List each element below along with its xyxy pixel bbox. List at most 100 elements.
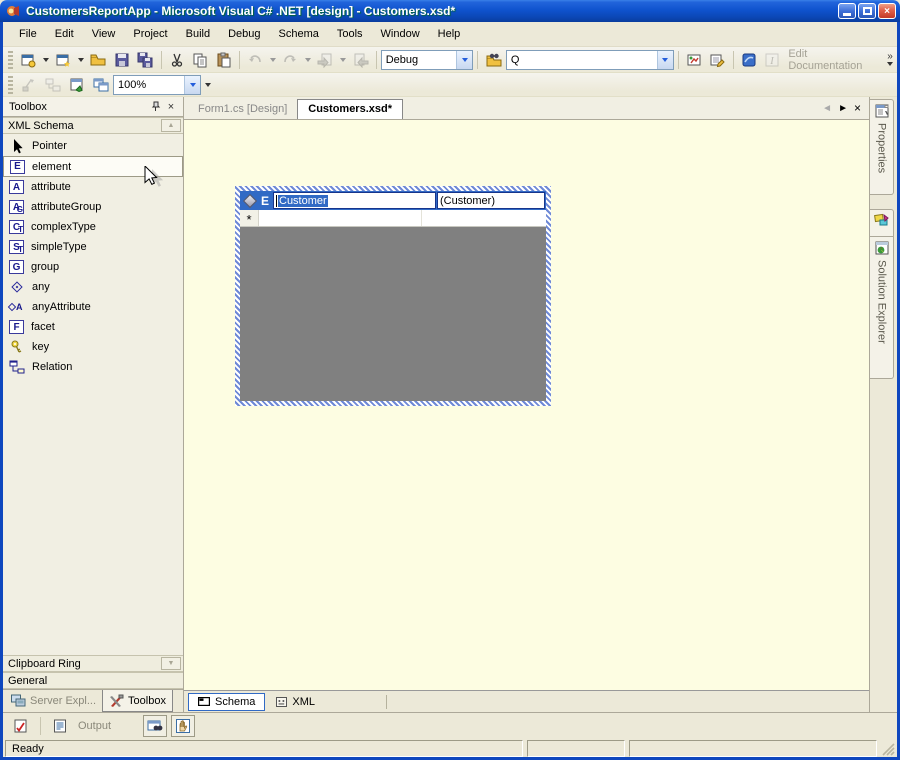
tab-scroll-left-icon[interactable]: ◄ xyxy=(822,103,832,114)
toolbox-close-button[interactable]: × xyxy=(163,99,179,114)
menu-project[interactable]: Project xyxy=(125,25,175,43)
simple-type-icon: ST xyxy=(9,240,24,254)
new-row-type-cell[interactable] xyxy=(422,210,546,226)
maximize-icon xyxy=(863,7,872,15)
save-button[interactable] xyxy=(111,49,133,71)
maximize-button[interactable] xyxy=(858,3,876,19)
element-kind-cell[interactable]: E xyxy=(240,194,273,208)
toolbox-item-simpletype[interactable]: ST simpleType xyxy=(3,237,183,257)
toolbox-item-attribute[interactable]: A attribute xyxy=(3,177,183,197)
open-file-button[interactable] xyxy=(87,49,109,71)
copy-button[interactable] xyxy=(189,49,211,71)
add-item-button[interactable] xyxy=(52,49,74,71)
tab-class-view[interactable] xyxy=(870,209,894,237)
redo-button[interactable] xyxy=(279,49,301,71)
resize-grip[interactable] xyxy=(881,740,895,757)
toolbar-overflow-button[interactable]: » xyxy=(887,53,895,66)
toolbox-item-anyattribute[interactable]: A anyAttribute xyxy=(3,297,183,317)
preview-dataset-button[interactable] xyxy=(683,49,705,71)
menu-view[interactable]: View xyxy=(84,25,124,43)
menu-tools[interactable]: Tools xyxy=(329,25,371,43)
tab-xml-view[interactable]: XML xyxy=(267,693,324,711)
new-row-name-cell[interactable] xyxy=(259,210,422,226)
xsd-design-surface[interactable]: E Customer (Customer) xyxy=(184,120,869,690)
navigate-forward-button[interactable] xyxy=(349,49,371,71)
solution-config-combo-arrow[interactable] xyxy=(456,51,472,69)
document-close-icon[interactable]: × xyxy=(854,101,861,115)
toolbox-item-pointer[interactable]: Pointer xyxy=(3,136,183,156)
tab-properties[interactable]: Properties xyxy=(870,99,894,195)
tab-scroll-right-icon[interactable]: ► xyxy=(838,103,848,114)
new-project-button[interactable] xyxy=(17,49,39,71)
menu-window[interactable]: Window xyxy=(373,25,428,43)
toolbox-item-group[interactable]: G group xyxy=(3,257,183,277)
find-in-files-button[interactable] xyxy=(482,49,504,71)
menu-help[interactable]: Help xyxy=(430,25,469,43)
menu-schema[interactable]: Schema xyxy=(271,25,327,43)
schema-toolbar-grip[interactable] xyxy=(8,76,13,94)
toolbar-grip[interactable] xyxy=(8,51,13,69)
toolbar-options-dropdown[interactable] xyxy=(202,74,213,96)
new-project-dropdown[interactable] xyxy=(40,49,51,71)
toolbox-category-general[interactable]: General xyxy=(3,672,183,689)
tab-solution-explorer[interactable]: Solution Explorer xyxy=(870,237,894,379)
tab-toolbox[interactable]: Toolbox xyxy=(102,690,173,712)
command-search-combo-arrow[interactable] xyxy=(657,51,673,69)
toolbox-category-xml-schema[interactable]: XML Schema ▲ xyxy=(3,117,183,134)
toolbox-item-facet[interactable]: F facet xyxy=(3,317,183,337)
create-schema-button[interactable] xyxy=(17,74,40,96)
scroll-down-icon[interactable]: ▼ xyxy=(161,657,181,670)
element-type-cell[interactable]: (Customer) xyxy=(437,192,545,209)
cut-button[interactable] xyxy=(166,49,188,71)
menu-debug[interactable]: Debug xyxy=(220,25,268,43)
scroll-up-icon[interactable]: ▲ xyxy=(161,119,181,132)
toolbox-item-element[interactable]: E element xyxy=(3,156,183,177)
zoom-combo-arrow[interactable] xyxy=(184,76,200,94)
toolbox-item-relation[interactable]: Relation xyxy=(3,357,183,377)
add-item-dropdown[interactable] xyxy=(75,49,86,71)
edit-key-button[interactable] xyxy=(706,49,728,71)
undo-dropdown[interactable] xyxy=(267,49,278,71)
minimize-button[interactable] xyxy=(838,3,856,19)
element-designer-box[interactable]: E Customer (Customer) xyxy=(235,186,551,406)
element-new-row[interactable]: * xyxy=(240,210,546,227)
command-search-combo[interactable]: Q xyxy=(506,50,674,70)
close-icon: × xyxy=(884,6,890,17)
preview-data-button[interactable] xyxy=(65,74,88,96)
undo-button[interactable] xyxy=(244,49,266,71)
edit-relation-button[interactable] xyxy=(41,74,64,96)
tab-server-explorer[interactable]: Server Expl... xyxy=(5,690,102,712)
menu-file[interactable]: File xyxy=(11,25,45,43)
find-results-icon xyxy=(147,718,163,734)
navigate-back-button[interactable] xyxy=(314,49,336,71)
find-results-button[interactable] xyxy=(143,715,167,737)
toolbox-item-any[interactable]: any xyxy=(3,277,183,297)
solution-config-combo[interactable]: Debug xyxy=(381,50,474,70)
pin-icon[interactable] xyxy=(147,99,163,114)
menu-edit[interactable]: Edit xyxy=(47,25,82,43)
tab-customers-xsd[interactable]: Customers.xsd* xyxy=(297,99,403,119)
tab-task-list[interactable] xyxy=(9,715,33,737)
zoom-combo[interactable]: 100% xyxy=(113,75,201,95)
tab-schema-view[interactable]: Schema xyxy=(188,693,265,711)
toolbox-item-key[interactable]: key xyxy=(3,337,183,357)
toolbox-category-clipboard-ring[interactable]: Clipboard Ring ▼ xyxy=(3,655,183,672)
menu-build[interactable]: Build xyxy=(178,25,218,43)
cascade-windows-button[interactable] xyxy=(89,74,112,96)
preview-schema-button[interactable] xyxy=(737,49,759,71)
redo-dropdown[interactable] xyxy=(302,49,313,71)
edit-documentation-button[interactable]: I xyxy=(761,49,783,71)
toolbox-item-attributegroup[interactable]: AG attributeGroup xyxy=(3,197,183,217)
tab-output[interactable] xyxy=(48,715,72,737)
right-autohide-strip: Properties Solution Explorer xyxy=(869,97,897,712)
paste-button[interactable] xyxy=(212,49,234,71)
close-button[interactable]: × xyxy=(878,3,896,19)
navigate-back-dropdown[interactable] xyxy=(338,49,349,71)
status-panel-2 xyxy=(629,740,877,757)
breakpoint-window-button[interactable] xyxy=(171,715,195,737)
command-search-value: Q xyxy=(507,54,657,66)
element-name-input[interactable]: Customer xyxy=(273,192,436,209)
tab-form1-design[interactable]: Form1.cs [Design] xyxy=(188,100,297,119)
toolbox-item-complextype[interactable]: CT complexType xyxy=(3,217,183,237)
save-all-button[interactable] xyxy=(134,49,156,71)
